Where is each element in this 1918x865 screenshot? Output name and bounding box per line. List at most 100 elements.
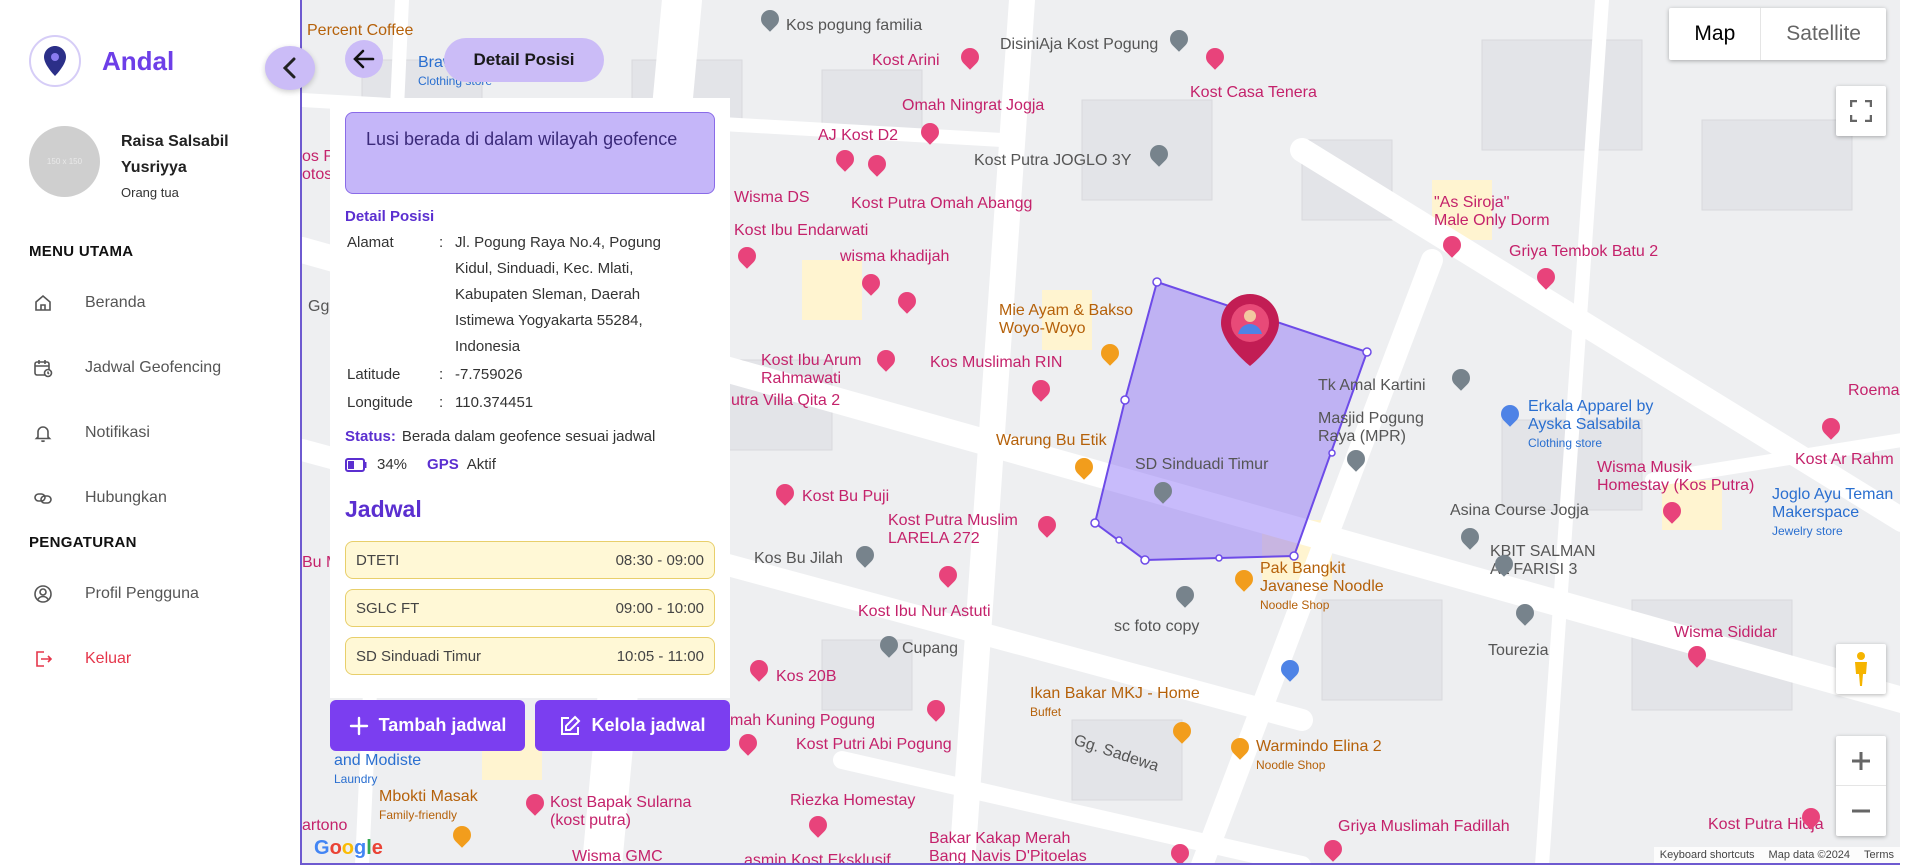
poi-label[interactable]: Erkala Apparel by Ayska Salsabila Clothing…: [1528, 398, 1653, 452]
poi-label[interactable]: Warmindo Elina 2 Noodle Shop: [1256, 738, 1382, 774]
gps-status: Aktif: [466, 456, 496, 473]
poi-label[interactable]: wisma khadijah: [840, 248, 949, 266]
back-button[interactable]: [345, 40, 383, 78]
add-schedule-button[interactable]: Tambah jadwal: [330, 700, 525, 751]
manage-schedule-button[interactable]: Kelola jadwal: [535, 700, 730, 751]
poi-label[interactable]: Kost Putri Abi Pogung: [796, 736, 952, 754]
poi-label[interactable]: Percent Coffee: [307, 22, 413, 40]
poi-label[interactable]: Tourezia: [1488, 642, 1548, 660]
nav-item-label: Profil Pengguna: [85, 585, 199, 602]
poi-label[interactable]: and Modiste Laundry: [334, 752, 421, 788]
poi-label[interactable]: Omah Ningrat Jogja: [902, 97, 1044, 115]
brand[interactable]: Andal: [29, 35, 174, 87]
map-type-satellite-button[interactable]: Satellite: [1760, 8, 1886, 60]
schedule-item[interactable]: SD Sinduadi Timur 10:05 - 11:00: [345, 637, 715, 675]
poi-label[interactable]: Bakar Kakap Merah Bang Navis D'Pitoelas: [929, 830, 1087, 863]
poi-label[interactable]: Kost Ibu Nur Astuti: [858, 603, 991, 621]
poi-label[interactable]: Riezka Homestay: [790, 792, 915, 810]
street-view-pegman-button[interactable]: [1836, 644, 1886, 694]
fullscreen-button[interactable]: [1836, 86, 1886, 136]
poi-label[interactable]: Mbokti Masak Family-friendly: [379, 788, 478, 824]
poi-label[interactable]: Kos pogung familia: [786, 17, 922, 35]
poi-label[interactable]: Masjid Pogung Raya (MPR): [1318, 410, 1424, 446]
schedule-name: SD Sinduadi Timur: [356, 647, 482, 665]
nav-item-keluar[interactable]: Keluar: [29, 645, 131, 673]
nav-item-label: Beranda: [85, 294, 146, 311]
poi-label[interactable]: Kost Casa Tenera: [1190, 84, 1317, 102]
zoom-in-button[interactable]: [1836, 736, 1886, 786]
schedule-item[interactable]: SGLC FT 09:00 - 10:00: [345, 589, 715, 627]
poi-label[interactable]: "As Siroja" Male Only Dorm: [1434, 194, 1550, 230]
poi-label[interactable]: Kost Arini: [872, 52, 940, 70]
user-circle-icon: [29, 580, 57, 608]
collapse-sidebar-button[interactable]: [265, 46, 315, 90]
gps-label: GPS: [427, 456, 459, 473]
schedule-item[interactable]: DTETI 08:30 - 09:00: [345, 541, 715, 579]
latitude-value: -7.759026: [455, 366, 523, 383]
poi-label[interactable]: Kost Bapak Sularna (kost putra): [550, 794, 691, 830]
poi-label[interactable]: Warung Bu Etik: [996, 432, 1107, 450]
schedule-name: SGLC FT: [356, 599, 420, 617]
poi-label[interactable]: Kost Ibu Endarwati: [734, 222, 868, 240]
poi-label[interactable]: Kost Putra Omah Abangg: [851, 195, 1032, 213]
poi-label[interactable]: Kost Putra JOGLO 3Y: [974, 152, 1131, 170]
longitude-value: 110.374451: [455, 394, 534, 411]
poi-label[interactable]: Mie Ayam & Bakso Woyo-Woyo: [999, 302, 1133, 338]
nav-item-notifikasi[interactable]: Notifikasi: [29, 419, 150, 447]
poi-label[interactable]: Kos Muslimah RIN: [930, 354, 1062, 372]
user-name: Raisa Salsabil Yusriyya: [121, 133, 229, 176]
zoom-controls: [1836, 736, 1886, 836]
poi-label[interactable]: Griya Tembok Batu 2: [1509, 243, 1658, 261]
child-location-marker[interactable]: [1218, 292, 1282, 368]
poi-label[interactable]: Kost Bu Puji: [802, 488, 889, 506]
user-role: Orang tua: [121, 185, 179, 200]
map-pin-icon: [1221, 294, 1279, 366]
address-value: Jl. Pogung Raya No.4, Pogung Kidul, Sind…: [455, 234, 661, 355]
address-row: Alamat : Jl. Pogung Raya No.4, Pogung Ki…: [345, 230, 695, 360]
nav-item-profil-pengguna[interactable]: Profil Pengguna: [29, 580, 199, 608]
poi-label[interactable]: Wisma GMC: [572, 848, 663, 863]
poi-label[interactable]: asmin Kost Eksklusif: [744, 852, 891, 863]
poi-label[interactable]: mah Kuning Pogung: [730, 712, 875, 730]
poi-label[interactable]: sc foto copy: [1114, 618, 1199, 636]
map-type-toggle[interactable]: Map Satellite: [1669, 8, 1886, 60]
bell-icon: [29, 419, 57, 447]
poi-label[interactable]: Kost Ibu Arum Rahmawati: [761, 352, 862, 388]
poi-label[interactable]: Kos Bu Jilah: [754, 550, 843, 568]
poi-label[interactable]: Kost Ar Rahm: [1795, 451, 1894, 469]
detail-panel: Lusi berada di dalam wilayah geofence De…: [330, 98, 730, 698]
poi-label[interactable]: DisiniAja Kost Pogung: [1000, 36, 1158, 54]
poi-label[interactable]: artono: [302, 817, 347, 835]
poi-label[interactable]: Asina Course Jogja: [1450, 502, 1589, 520]
poi-label[interactable]: SD Sinduadi Timur: [1135, 456, 1268, 474]
terms-link[interactable]: Terms: [1864, 849, 1894, 861]
poi-label[interactable]: Joglo Ayu Teman Makerspace Jewelry store: [1772, 486, 1893, 540]
logout-icon: [29, 645, 57, 673]
poi-label[interactable]: Kos 20B: [776, 668, 836, 686]
schedule-time: 10:05 - 11:00: [616, 647, 704, 665]
poi-label[interactable]: Griya Muslimah Fadillah: [1338, 818, 1510, 836]
poi-label[interactable]: Kost Putra Muslim LARELA 272: [888, 512, 1018, 548]
status-label: Status:: [345, 428, 396, 445]
poi-label[interactable]: Wisma DS: [734, 189, 810, 207]
poi-label[interactable]: Wisma Sididar: [1674, 624, 1777, 642]
schedule-time: 08:30 - 09:00: [615, 551, 704, 569]
poi-label[interactable]: Ikan Bakar MKJ - Home Buffet: [1030, 685, 1200, 721]
nav-item-beranda[interactable]: Beranda: [29, 289, 146, 317]
poi-label[interactable]: Cupang: [902, 640, 958, 658]
google-logo[interactable]: Google: [314, 837, 383, 860]
poi-label[interactable]: AJ Kost D2: [818, 127, 898, 145]
poi-label[interactable]: utra Villa Qita 2: [731, 392, 840, 410]
link-icon: [29, 484, 57, 512]
keyboard-shortcuts-link[interactable]: Keyboard shortcuts: [1660, 849, 1755, 861]
map-type-map-button[interactable]: Map: [1669, 8, 1760, 60]
nav-item-jadwal-geofencing[interactable]: Jadwal Geofencing: [29, 354, 221, 382]
poi-label[interactable]: Roema: [1848, 382, 1900, 400]
arrow-left-icon: [353, 49, 375, 69]
poi-label[interactable]: Wisma Musik Homestay (Kos Putra): [1597, 459, 1754, 495]
nav-item-hubungkan[interactable]: Hubungkan: [29, 484, 167, 512]
poi-label[interactable]: Tk Amal Kartini: [1318, 377, 1426, 395]
zoom-out-button[interactable]: [1836, 786, 1886, 836]
poi-label[interactable]: Pak Bangkit Javanese Noodle Noodle Shop: [1260, 560, 1384, 614]
latitude-label: Latitude: [347, 366, 401, 383]
